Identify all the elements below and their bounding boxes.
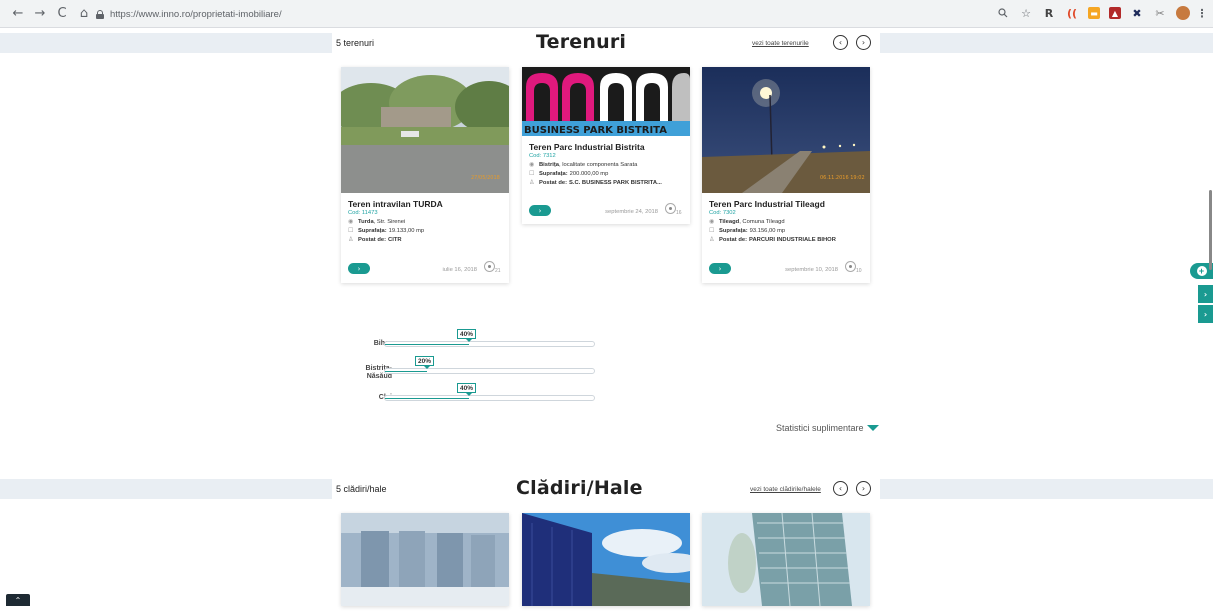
- property-photo[interactable]: BUSINESS PARK BISTRITA: [522, 67, 690, 136]
- terenuri-count: 5 terenuri: [336, 38, 375, 48]
- property-card[interactable]: BUSINESS PARK BISTRITA Teren Parc Indust…: [522, 67, 690, 224]
- views-counter: 10: [845, 261, 863, 275]
- property-code: Cod: 11473: [348, 210, 378, 216]
- cladiri-prev-button[interactable]: ‹: [833, 481, 848, 496]
- cladiri-title: Clădiri/Hale: [516, 477, 643, 499]
- property-area: ☐ Suprafața: 93.156,00 mp: [709, 227, 786, 234]
- details-arrow-button[interactable]: ›: [348, 263, 370, 274]
- extension-x-icon[interactable]: ✖: [1130, 6, 1144, 20]
- home-icon[interactable]: ⌂: [76, 6, 92, 22]
- views-counter: 21: [484, 261, 502, 275]
- tools-icon[interactable]: ✂: [1153, 6, 1167, 20]
- building-card[interactable]: [341, 513, 509, 606]
- scrollbar-thumb[interactable]: [1209, 190, 1212, 270]
- location-pin-icon: ◉: [529, 161, 535, 168]
- property-date: iulie 16, 2018: [442, 267, 478, 273]
- user-icon: ♙: [709, 236, 715, 243]
- property-posted-by: ♙ Postat de: S.C. BUSINESS PARK BISTRITA..…: [529, 179, 662, 186]
- stat-bar: [384, 341, 595, 347]
- building-photo: [522, 513, 702, 606]
- location-pin-icon: ◉: [709, 218, 715, 225]
- property-date: septembrie 24, 2018: [605, 209, 658, 215]
- rss-icon[interactable]: ((: [1065, 6, 1079, 20]
- building-photo: [341, 513, 509, 606]
- terenuri-title: Terenuri: [536, 31, 627, 53]
- cladiri-next-button[interactable]: ›: [856, 481, 871, 496]
- address-bar[interactable]: https://www.inno.ro/proprietati-imobilia…: [94, 4, 984, 24]
- terenuri-next-button[interactable]: ›: [856, 35, 871, 50]
- view-all-terenuri-link[interactable]: vezi toate terenurile: [752, 40, 809, 47]
- extension-orange-icon[interactable]: ▬: [1088, 7, 1100, 19]
- area-square-icon: ☐: [348, 227, 354, 234]
- location-pin-icon: ◉: [348, 218, 354, 225]
- forward-arrow-icon[interactable]: →: [32, 6, 48, 22]
- side-panel-tab[interactable]: ›: [1198, 305, 1213, 323]
- property-title[interactable]: Teren Parc Industrial Bistrita: [529, 142, 683, 152]
- extension-r-icon[interactable]: R: [1042, 6, 1056, 20]
- property-card[interactable]: 27/05/2018 Teren intravilan TURDA Cod: 1…: [341, 67, 509, 283]
- building-card[interactable]: [702, 512, 870, 607]
- zoom-search-icon[interactable]: [996, 6, 1010, 20]
- user-icon: ♙: [529, 179, 535, 186]
- property-location: ◉ Bistrița, localitate componenta Sarata: [529, 161, 638, 168]
- property-posted-by: ♙ Postat de: CITR: [348, 236, 402, 243]
- stat-bar-fill: [385, 371, 427, 372]
- url-text: https://www.inno.ro/proprietati-imobilia…: [110, 8, 282, 20]
- eye-icon: [845, 261, 856, 272]
- lock-icon: [96, 9, 104, 19]
- property-location: ◉ Turda, Str. Sirenei: [348, 218, 406, 225]
- cladiri-count: 5 clădiri/hale: [336, 484, 387, 494]
- property-code: Cod: 7312: [529, 153, 556, 159]
- stat-bar-fill: [385, 344, 469, 345]
- stat-bar: [384, 395, 595, 401]
- profile-avatar[interactable]: [1176, 6, 1190, 20]
- plus-icon: +: [1196, 266, 1207, 276]
- building-card[interactable]: [522, 513, 702, 606]
- banner-text: BUSINESS PARK BISTRITA: [524, 125, 667, 136]
- side-panel-tab[interactable]: ›: [1198, 285, 1213, 303]
- details-arrow-button[interactable]: ›: [709, 263, 731, 274]
- property-area: ☐ Suprafața: 200.000,00 mp: [529, 170, 609, 177]
- photo-date-stamp: 27/05/2018: [471, 175, 500, 181]
- building-photo: [702, 512, 870, 607]
- star-icon[interactable]: ☆: [1019, 6, 1033, 20]
- property-card[interactable]: 06.11.2016 19:02 Teren Parc Industrial T…: [702, 67, 870, 283]
- browser-toolbar: ← → C ⌂ https://www.inno.ro/proprietati-…: [0, 0, 1213, 28]
- property-title[interactable]: Teren Parc Industrial Tileagd: [709, 199, 863, 209]
- property-date: septembrie 10, 2018: [785, 267, 838, 273]
- eye-icon: [665, 203, 676, 214]
- property-photo[interactable]: 27/05/2018: [341, 67, 509, 193]
- stat-percent-badge: 40%: [457, 329, 477, 342]
- property-location: ◉ Tileagd, Comuna Tileagd: [709, 218, 785, 225]
- stat-percent-badge: 40%: [457, 383, 477, 396]
- user-icon: ♙: [348, 236, 354, 243]
- extension-red-icon[interactable]: ▲: [1109, 7, 1121, 19]
- details-arrow-button[interactable]: ›: [529, 205, 551, 216]
- property-area: ☐ Suprafața: 19.133,00 mp: [348, 227, 425, 234]
- stat-bar: [384, 368, 595, 374]
- stat-bar-fill: [385, 398, 469, 399]
- property-posted-by: ♙ Postat de: PARCURI INDUSTRIALE BIHOR: [709, 236, 836, 243]
- caret-down-icon: [866, 425, 879, 431]
- scroll-to-top-button[interactable]: ⌃: [6, 594, 30, 606]
- eye-icon: [484, 261, 495, 272]
- area-square-icon: ☐: [529, 170, 535, 177]
- more-stats-label: Statistici suplimentare: [776, 423, 864, 433]
- area-square-icon: ☐: [709, 227, 715, 234]
- stat-percent-badge: 20%: [415, 356, 435, 369]
- view-all-cladiri-link[interactable]: vezi toate clădirile/halele: [750, 486, 821, 493]
- extensions-bar: ☆ R (( ▬ ▲ ✖ ✂ ⋮: [996, 6, 1208, 20]
- menu-dots-icon[interactable]: ⋮: [1197, 6, 1208, 20]
- property-photo[interactable]: 06.11.2016 19:02: [702, 67, 870, 193]
- terenuri-prev-button[interactable]: ‹: [833, 35, 848, 50]
- property-code: Cod: 7302: [709, 210, 736, 216]
- more-stats-toggle[interactable]: Statistici suplimentare: [776, 423, 879, 433]
- back-arrow-icon[interactable]: ←: [10, 6, 26, 22]
- photo-date-stamp: 06.11.2016 19:02: [820, 175, 865, 181]
- property-title[interactable]: Teren intravilan TURDA: [348, 199, 502, 209]
- views-counter: 16: [665, 203, 683, 217]
- reload-icon[interactable]: C: [54, 6, 70, 22]
